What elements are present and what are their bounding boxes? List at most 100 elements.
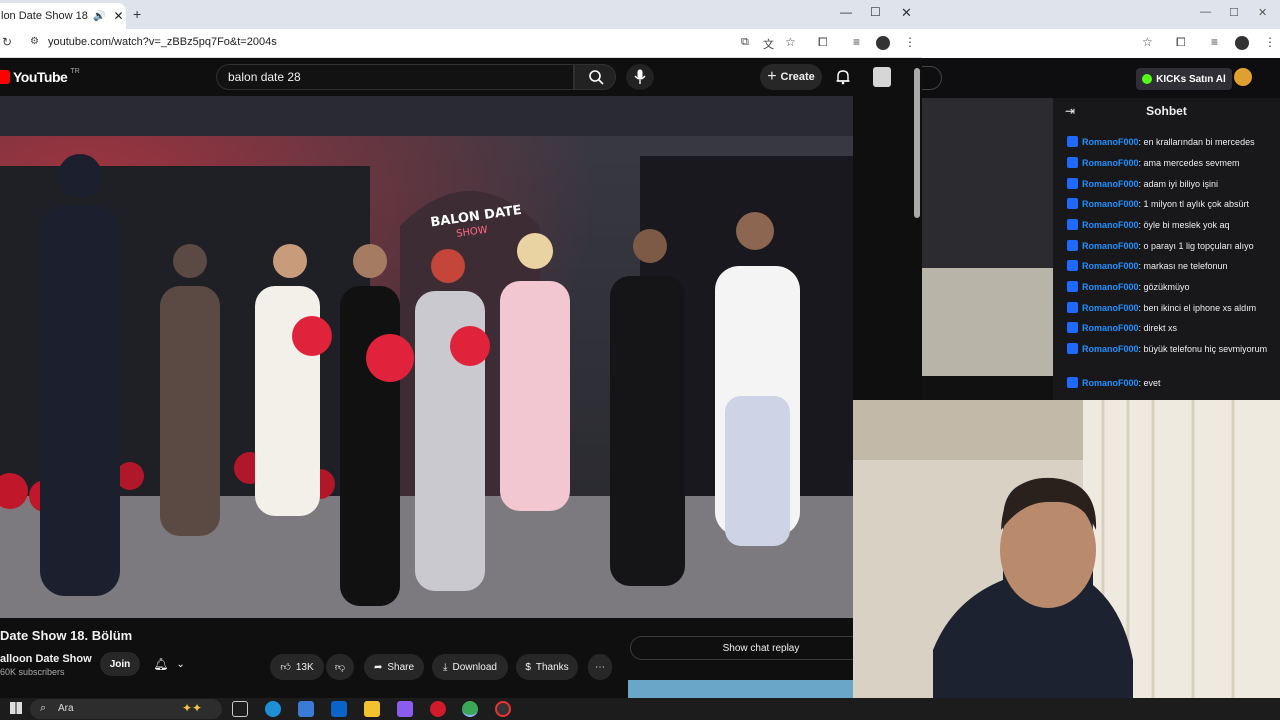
file-explorer-icon[interactable]: [364, 701, 380, 717]
bookmark-star-icon[interactable]: ☆: [1142, 35, 1153, 49]
kicks-label: KICKs Satın Al: [1156, 73, 1226, 85]
chat-text: : evet: [1138, 378, 1161, 388]
windows-taskbar: ⌕ Ara ✦✦: [0, 698, 1280, 720]
chat-username[interactable]: RomanoF000: [1082, 199, 1139, 209]
microphone-icon: [634, 69, 646, 84]
youtube-logo[interactable]: YouTube TR: [0, 68, 80, 85]
search-input[interactable]: balon date 28: [216, 64, 574, 90]
browser-window-youtube: lon Date Show 18. Bölüm 🔊 ✕ + — ☐ ✕ ↻ ⚙ …: [0, 0, 922, 698]
notifications-bell-icon[interactable]: [835, 69, 851, 85]
maximize-button[interactable]: ☐: [1229, 6, 1239, 19]
menu-dots-icon[interactable]: ⋮: [1264, 35, 1276, 49]
badge-icon: [1067, 377, 1078, 388]
webcam-overlay: [853, 400, 1280, 720]
media-icon[interactable]: ≡: [853, 35, 860, 49]
chat-message: RomanoF000: öyle bi meslek yok aq: [1067, 219, 1277, 232]
store-icon[interactable]: [298, 701, 314, 717]
windows-start-icon[interactable]: [10, 702, 22, 714]
cast-icon[interactable]: ⧉: [741, 36, 749, 49]
outlook-icon[interactable]: [331, 701, 347, 717]
maximize-button[interactable]: ☐: [870, 5, 881, 19]
chat-username[interactable]: RomanoF000: [1082, 378, 1139, 388]
minimize-button[interactable]: —: [1200, 6, 1211, 18]
video-title: Date Show 18. Bölüm: [0, 628, 133, 643]
thumbs-up-icon: 👍︎: [280, 662, 291, 673]
minimize-button[interactable]: —: [840, 5, 852, 19]
edge-icon[interactable]: [265, 701, 281, 717]
kicks-buy-button[interactable]: KICKs Satın Al: [1136, 68, 1232, 90]
download-button[interactable]: ⤓ Download: [432, 654, 508, 680]
taskbar-search[interactable]: ⌕ Ara ✦✦: [30, 699, 222, 719]
chat-text: : büyük telefonu hiç sevmiyorum: [1138, 344, 1268, 354]
account-avatar[interactable]: [873, 67, 891, 87]
like-button[interactable]: 👍︎ 13K: [270, 654, 324, 680]
menu-dots-icon[interactable]: ⋮: [904, 35, 916, 49]
profile-avatar[interactable]: [1235, 36, 1249, 50]
share-button[interactable]: ➦ Share: [364, 654, 424, 680]
download-icon: ⤓: [443, 661, 448, 673]
task-view-icon[interactable]: [232, 701, 248, 717]
close-window-button[interactable]: ✕: [901, 5, 912, 21]
profile-avatar[interactable]: [876, 36, 890, 50]
chat-username[interactable]: RomanoF000: [1082, 344, 1139, 354]
chat-text: : 1 milyon tl aylık çok absürt: [1138, 199, 1250, 209]
tab-bar: lon Date Show 18. Bölüm 🔊 ✕ + — ☐ ✕: [0, 0, 922, 29]
channel-name[interactable]: alloon Date Show: [0, 653, 92, 665]
video-player[interactable]: BALON DATE SHOW: [0, 96, 853, 618]
opera-icon[interactable]: [430, 701, 446, 717]
chrome-icon[interactable]: [462, 701, 478, 717]
address-bar: ↻ ⚙ youtube.com/watch?v=_zBBz5pq7Fo&t=20…: [0, 29, 922, 58]
create-button[interactable]: + Create: [760, 64, 822, 90]
badge-icon: [1067, 322, 1078, 333]
scrollbar-thumb[interactable]: [914, 68, 920, 218]
notification-settings-button[interactable]: 🔔︎ ⌄: [146, 652, 192, 676]
voice-search-button[interactable]: [626, 64, 654, 90]
chat-text: : o parayı 1 lig topçuları alıyo: [1138, 241, 1254, 251]
player-controls[interactable]: [922, 376, 1053, 400]
chat-username[interactable]: RomanoF000: [1082, 323, 1139, 333]
chat-message: RomanoF000: ben ikinci el iphone xs aldı…: [1067, 302, 1277, 315]
extensions-icon[interactable]: ⧠: [1176, 35, 1186, 50]
extensions-icon[interactable]: ⧠: [818, 35, 828, 50]
chat-username[interactable]: RomanoF000: [1082, 282, 1139, 292]
chevron-down-icon: ⌄: [176, 658, 185, 670]
search-pill-edge[interactable]: [922, 66, 942, 90]
chat-username[interactable]: RomanoF000: [1082, 261, 1139, 271]
video-details: Date Show 18. Bölüm alloon Date Show 60K…: [0, 618, 912, 698]
stream-preview[interactable]: [922, 98, 1053, 400]
close-window-button[interactable]: ✕: [1258, 6, 1267, 19]
tab-close-icon[interactable]: ✕: [113, 9, 123, 23]
chat-title: Sohbet: [1146, 104, 1187, 118]
chat-username[interactable]: RomanoF000: [1082, 303, 1139, 313]
badge-icon: [1067, 219, 1078, 230]
chat-text: : ben ikinci el iphone xs aldım: [1138, 303, 1257, 313]
reload-icon[interactable]: ↻: [2, 35, 12, 49]
plus-icon: +: [767, 68, 777, 85]
url-field[interactable]: youtube.com/watch?v=_zBBz5pq7Fo&t=2004s: [48, 36, 277, 48]
chat-username[interactable]: RomanoF000: [1082, 158, 1139, 168]
chat-username[interactable]: RomanoF000: [1082, 241, 1139, 251]
browser-tab[interactable]: lon Date Show 18. Bölüm 🔊 ✕: [0, 3, 126, 29]
copilot-icon[interactable]: [397, 701, 413, 717]
media-icon[interactable]: ≡: [1211, 35, 1218, 49]
chat-username[interactable]: RomanoF000: [1082, 137, 1139, 147]
thanks-button[interactable]: $ Thanks: [516, 654, 578, 680]
new-tab-button[interactable]: +: [133, 6, 141, 22]
translate-icon[interactable]: 文: [763, 36, 774, 52]
bookmark-star-icon[interactable]: ☆: [785, 35, 796, 49]
badge-icon: [1067, 260, 1078, 271]
site-info-icon[interactable]: ⚙: [30, 36, 39, 47]
streaming-app-icon[interactable]: [495, 701, 511, 717]
dislike-button[interactable]: 👎︎: [326, 654, 354, 680]
chat-username[interactable]: RomanoF000: [1082, 179, 1139, 189]
chat-message: RomanoF000: 1 milyon tl aylık çok absürt: [1067, 198, 1277, 211]
search-button[interactable]: [574, 64, 616, 90]
speaker-icon[interactable]: 🔊: [93, 11, 105, 22]
chat-text: : markası ne telefonun: [1138, 261, 1228, 271]
more-actions-button[interactable]: ⋯: [588, 654, 612, 680]
chat-username[interactable]: RomanoF000: [1082, 220, 1139, 230]
user-avatar[interactable]: [1234, 68, 1252, 86]
join-button[interactable]: Join: [100, 652, 140, 676]
chat-message: RomanoF000: markası ne telefonun: [1067, 260, 1277, 273]
taskbar-search-placeholder: Ara: [58, 703, 74, 714]
